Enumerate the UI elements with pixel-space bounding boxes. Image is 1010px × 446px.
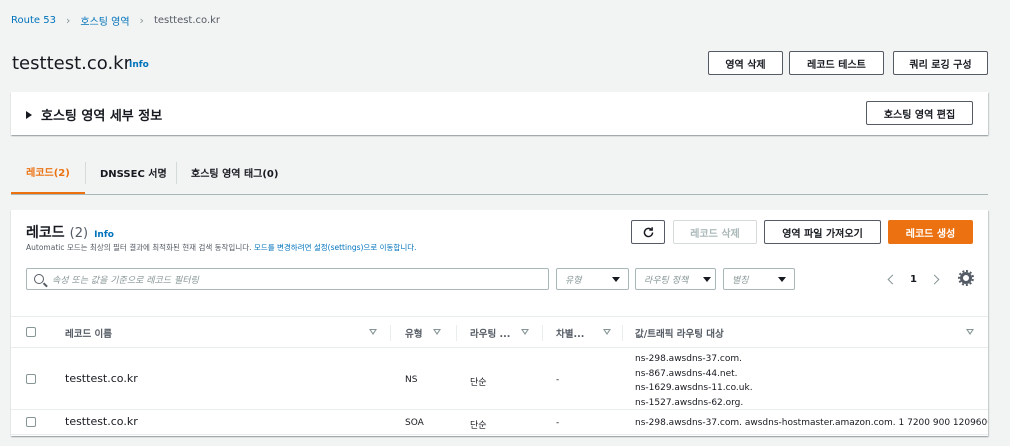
- search-input[interactable]: 속성 또는 값을 기준으로 레코드 필터링: [26, 268, 549, 290]
- tab-divider: [85, 162, 86, 184]
- test-record-button[interactable]: 레코드 테스트: [789, 51, 884, 75]
- records-description-text: Automatic 모드는 최상의 필터 결과에 최적화된 현재 검색 동작입니…: [26, 243, 254, 252]
- refresh-icon: [643, 226, 653, 237]
- routing-filter-select[interactable]: 라우팅 정책: [635, 268, 716, 290]
- column-differentiator[interactable]: 차별...: [556, 317, 584, 349]
- table-row[interactable]: testtest.co.kr NS 단순 - ns-298.awsdns-37.…: [11, 348, 988, 410]
- refresh-button[interactable]: [631, 220, 665, 244]
- hosted-zone-details-title: 호스팅 영역 세부 정보: [41, 109, 163, 124]
- record-routing: 단순: [470, 378, 487, 388]
- column-divider: [542, 325, 543, 341]
- column-record-name[interactable]: 레코드 이름: [65, 317, 112, 349]
- alias-filter-select[interactable]: 별칭: [723, 268, 795, 290]
- hosted-zone-details-toggle[interactable]: 호스팅 영역 세부 정보: [26, 105, 162, 124]
- info-link[interactable]: Info: [129, 60, 149, 70]
- records-info-link[interactable]: Info: [94, 230, 114, 240]
- table-header: 레코드 이름 유형 라우팅 ... 차별... 값/트래픽 라우팅 대상: [11, 316, 988, 348]
- create-record-button[interactable]: 레코드 생성: [888, 220, 973, 244]
- row-checkbox[interactable]: [26, 374, 36, 384]
- chevron-right-icon[interactable]: [929, 274, 940, 284]
- record-values: ns-298.awsdns-37.com. ns-867.awsdns-44.n…: [635, 352, 753, 410]
- page-number[interactable]: 1: [910, 274, 917, 285]
- delete-record-button[interactable]: 레코드 삭제: [673, 220, 757, 244]
- records-panel: 레코드 (2) Info Automatic 모드는 최상의 필터 결과에 최적화된…: [11, 210, 988, 436]
- type-filter-select[interactable]: 유형: [556, 268, 629, 290]
- chevron-down-icon: [703, 276, 711, 282]
- sort-icon[interactable]: [433, 329, 441, 335]
- table-row[interactable]: testtest.co.kr SOA 단순 - ns-298.awsdns-37…: [11, 411, 988, 435]
- tabs: 레코드(2) DNSSEC 서명 호스팅 영역 태그(0): [11, 150, 988, 195]
- records-description: Automatic 모드는 최상의 필터 결과에 최적화된 현재 검색 동작입니…: [26, 242, 417, 253]
- record-value-line: ns-867.awsdns-44.net.: [635, 368, 738, 379]
- record-differentiator: -: [556, 418, 560, 428]
- records-count: (2): [69, 226, 89, 241]
- sort-icon[interactable]: [521, 329, 529, 335]
- tab-divider: [176, 162, 177, 184]
- column-divider: [390, 325, 391, 341]
- tab-hosted-zone-tags[interactable]: 호스팅 영역 태그(0): [191, 150, 278, 194]
- type-filter-placeholder: 유형: [565, 275, 582, 286]
- chevron-down-icon: [612, 276, 620, 282]
- record-routing: 단순: [470, 421, 487, 431]
- column-type[interactable]: 유형: [405, 317, 422, 349]
- record-value: ns-298.awsdns-37.com. awsdns-hostmaster.…: [635, 418, 988, 428]
- record-type: NS: [405, 375, 418, 385]
- record-name[interactable]: testtest.co.kr: [65, 372, 138, 385]
- records-heading: 레코드 (2) Info: [26, 222, 114, 242]
- sort-icon[interactable]: [369, 329, 377, 335]
- routing-filter-placeholder: 라우팅 정책: [644, 275, 689, 286]
- sort-icon[interactable]: [603, 329, 611, 335]
- edit-hosted-zone-button[interactable]: 호스팅 영역 편집: [866, 101, 973, 125]
- chevron-left-icon[interactable]: [887, 274, 898, 284]
- delete-zone-button[interactable]: 영역 삭제: [708, 51, 783, 75]
- record-value-line: ns-1629.awsdns-11.co.uk.: [635, 383, 753, 393]
- row-checkbox[interactable]: [26, 417, 36, 427]
- column-value[interactable]: 값/트래픽 라우팅 대상: [635, 317, 724, 349]
- breadcrumb: Route 53 › 호스팅 영역 › testtest.co.kr: [11, 13, 220, 28]
- breadcrumb-route53[interactable]: Route 53: [11, 15, 56, 26]
- alias-filter-placeholder: 별칭: [732, 275, 749, 286]
- record-type: SOA: [405, 418, 424, 428]
- chevron-right-icon: ›: [65, 14, 71, 27]
- chevron-right-icon: ›: [139, 14, 144, 27]
- page-title: testtest.co.kr: [12, 53, 131, 74]
- column-routing[interactable]: 라우팅 ...: [470, 317, 510, 349]
- column-divider: [622, 325, 623, 341]
- import-zone-file-button[interactable]: 영역 파일 가져오기: [764, 220, 881, 244]
- sort-icon[interactable]: [966, 329, 974, 335]
- column-divider: [456, 325, 457, 341]
- record-value-line: ns-298.awsdns-37.com.: [635, 354, 742, 364]
- breadcrumb-hosted-zones[interactable]: 호스팅 영역: [80, 13, 129, 28]
- gear-icon[interactable]: [958, 270, 974, 286]
- chevron-down-icon: [778, 276, 786, 282]
- search-placeholder: 속성 또는 값을 기준으로 레코드 필터링: [52, 275, 199, 286]
- record-value-line: ns-1527.awsdns-62.org.: [635, 397, 744, 408]
- settings-link[interactable]: 모드를 변경하려면 설정(settings)으로 이동합니다.: [254, 243, 417, 252]
- search-icon: [34, 274, 44, 284]
- record-name[interactable]: testtest.co.kr: [65, 415, 138, 428]
- tab-dnssec[interactable]: DNSSEC 서명: [100, 150, 167, 194]
- caret-right-icon: [26, 110, 32, 119]
- records-title: 레코드: [26, 225, 65, 241]
- query-logging-button[interactable]: 쿼리 로깅 구성: [893, 51, 988, 75]
- hosted-zone-details-panel: 호스팅 영역 세부 정보 호스팅 영역 편집: [11, 92, 988, 135]
- select-all-checkbox[interactable]: [26, 327, 36, 337]
- record-differentiator: -: [556, 375, 560, 385]
- breadcrumb-current: testtest.co.kr: [153, 15, 221, 26]
- pagination: 1: [885, 270, 942, 288]
- tab-records[interactable]: 레코드(2): [11, 150, 85, 194]
